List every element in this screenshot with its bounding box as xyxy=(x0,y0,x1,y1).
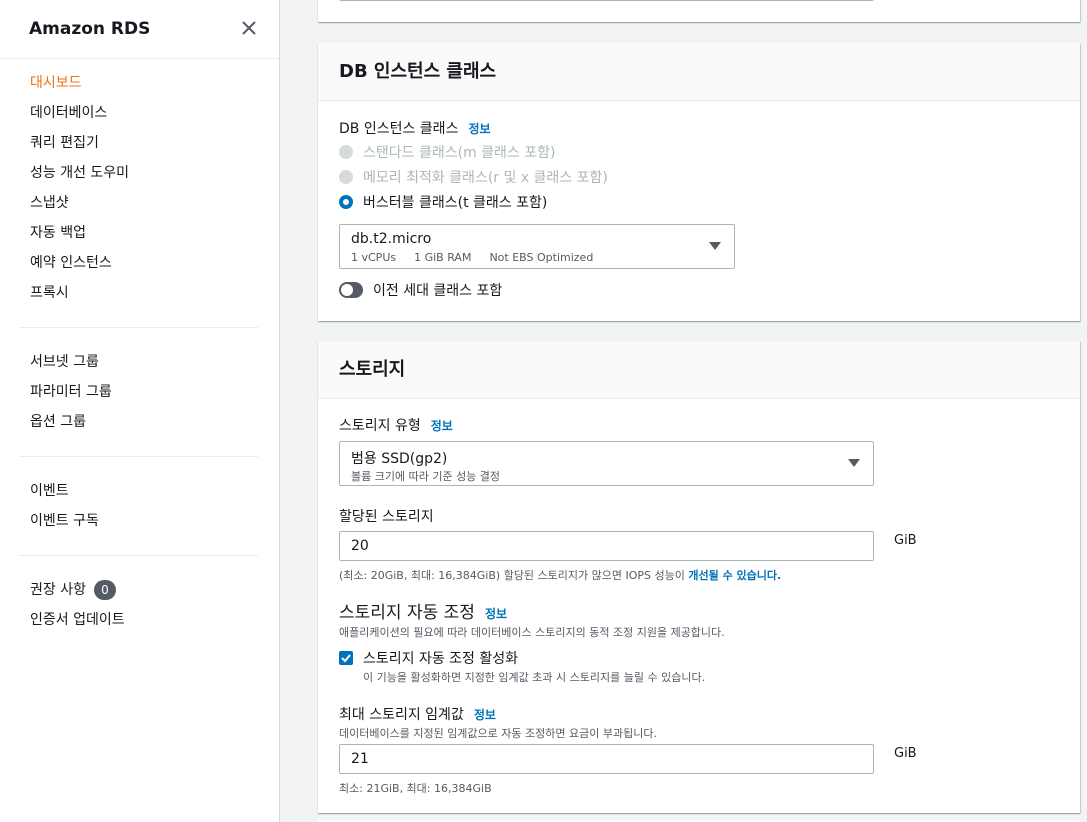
instance-class-label-row: DB 인스턴스 클래스 정보 xyxy=(339,118,491,138)
nav-item-subnet-groups[interactable]: 서브넷 그룹 xyxy=(30,347,279,377)
radio-label: 버스터블 클래스(t 클래스 포함) xyxy=(363,195,548,211)
radio-label: 스탠다드 클래스(m 클래스 포함) xyxy=(363,145,556,161)
radio-circle xyxy=(339,195,353,209)
allocated-storage-input[interactable]: 20 xyxy=(339,531,874,561)
nav-group-events: 이벤트 이벤트 구독 xyxy=(0,476,279,536)
radio-standard[interactable]: 스탠다드 클래스(m 클래스 포함) xyxy=(339,142,555,162)
panel-title: 스토리지 xyxy=(339,359,406,380)
nav-item-proxies[interactable]: 프록시 xyxy=(30,278,279,308)
autoscaling-description: 애플리케이션의 필요에 따라 데이터베이스 스토리지의 동적 조정 지원을 제공… xyxy=(339,626,725,639)
storage-type-label-row: 스토리지 유형 정보 xyxy=(339,415,453,435)
info-link[interactable]: 정보 xyxy=(485,607,507,621)
info-link[interactable]: 정보 xyxy=(431,419,453,433)
select-value: 범용 SSD(gp2) xyxy=(351,451,448,467)
nav-item-certificate-update[interactable]: 인증서 업데이트 xyxy=(30,605,279,635)
radio-memory-optimized[interactable]: 메모리 최적화 클래스(r 및 x 클래스 포함) xyxy=(339,167,608,187)
max-threshold-description: 데이터베이스를 지정된 임계값으로 자동 조정하면 요금이 부과됩니다. xyxy=(339,727,657,740)
toggle-label: 이전 세대 클래스 포함 xyxy=(373,283,503,299)
storage-panel: 스토리지 스토리지 유형 정보 범용 SSD(gp2) 볼륨 크기에 따라 기준 … xyxy=(318,341,1080,813)
panel-header: 스토리지 xyxy=(318,341,1080,399)
storage-type-select[interactable]: 범용 SSD(gp2) 볼륨 크기에 따라 기준 성능 결정 xyxy=(339,441,874,486)
nav-item-performance-insights[interactable]: 성능 개선 도우미 xyxy=(30,158,279,188)
caret-down-icon xyxy=(848,459,860,467)
field-label: 최대 스토리지 임계값 xyxy=(339,707,464,723)
previous-generation-toggle[interactable] xyxy=(339,282,363,298)
recommendations-badge: 0 xyxy=(93,580,116,600)
nav-group-other: 권장 사항 0 인증서 업데이트 xyxy=(0,575,279,635)
nav-item-query-editor[interactable]: 쿼리 편집기 xyxy=(30,128,279,158)
sidebar: Amazon RDS 대시보드 데이터베이스 쿼리 편집기 성능 개선 도우미 … xyxy=(0,0,280,822)
spec-ram: 1 GiB RAM xyxy=(414,251,472,264)
radio-label: 메모리 최적화 클래스(r 및 x 클래스 포함) xyxy=(363,170,608,186)
nav-item-parameter-groups[interactable]: 파라미터 그룹 xyxy=(30,377,279,407)
checkbox-label: 스토리지 자동 조정 활성화 xyxy=(363,651,519,667)
nav-item-automated-backups[interactable]: 자동 백업 xyxy=(30,218,279,248)
select-description: 볼륨 크기에 따라 기준 성능 결정 xyxy=(351,470,501,483)
field-label: 스토리지 유형 xyxy=(339,418,421,434)
info-link[interactable]: 정보 xyxy=(474,708,496,722)
hint-link[interactable]: 개선될 수 있습니다. xyxy=(688,569,781,582)
main-content: DB 인스턴스 클래스 DB 인스턴스 클래스 정보 스탠다드 클래스(m 클래스… xyxy=(280,0,1087,822)
nav-item-dashboard[interactable]: 대시보드 xyxy=(30,68,279,98)
unit-label: GiB xyxy=(894,533,917,548)
select-description: 1 vCPUs 1 GiB RAM Not EBS Optimized xyxy=(351,251,611,264)
radio-circle xyxy=(339,145,353,159)
allocated-storage-label: 할당된 스토리지 xyxy=(339,509,434,525)
nav-item-events[interactable]: 이벤트 xyxy=(30,476,279,506)
radio-burstable[interactable]: 버스터블 클래스(t 클래스 포함) xyxy=(339,192,547,212)
info-link[interactable]: 정보 xyxy=(468,122,490,136)
radio-circle xyxy=(339,170,353,184)
nav-item-snapshots[interactable]: 스냅샷 xyxy=(30,188,279,218)
caret-down-icon xyxy=(709,242,721,250)
spec-vcpu: 1 vCPUs xyxy=(351,251,397,264)
nav-divider xyxy=(19,456,258,457)
allocated-storage-hint: (최소: 20GiB, 최대: 16,384GiB) 할당된 스토리지가 많으면… xyxy=(339,567,781,583)
nav-item-event-subscriptions[interactable]: 이벤트 구독 xyxy=(30,506,279,536)
max-threshold-hint: 최소: 21GiB, 최대: 16,384GiB xyxy=(339,782,492,795)
nav-divider xyxy=(19,327,258,328)
nav-group-main: 대시보드 데이터베이스 쿼리 편집기 성능 개선 도우미 스냅샷 자동 백업 예… xyxy=(0,68,279,308)
check-icon xyxy=(341,654,351,663)
previous-input[interactable] xyxy=(339,0,874,1)
hint-text: (최소: 20GiB, 최대: 16,384GiB) 할당된 스토리지가 많으면… xyxy=(339,569,689,582)
autoscaling-checkbox[interactable] xyxy=(339,651,353,665)
nav-item-reserved-instances[interactable]: 예약 인스턴스 xyxy=(30,248,279,278)
previous-panel xyxy=(318,0,1080,22)
section-title: 스토리지 자동 조정 xyxy=(339,603,475,623)
nav-item-recommendations[interactable]: 권장 사항 0 xyxy=(30,575,279,605)
unit-label: GiB xyxy=(894,746,917,761)
close-icon[interactable] xyxy=(240,19,258,37)
max-threshold-label-row: 최대 스토리지 임계값 정보 xyxy=(339,704,496,724)
nav-item-option-groups[interactable]: 옵션 그룹 xyxy=(30,407,279,437)
max-threshold-input[interactable]: 21 xyxy=(339,744,874,774)
sidebar-title: Amazon RDS xyxy=(29,19,151,39)
sidebar-header: Amazon RDS xyxy=(0,0,279,59)
autoscaling-heading: 스토리지 자동 조정 정보 xyxy=(339,598,507,623)
nav-item-databases[interactable]: 데이터베이스 xyxy=(30,98,279,128)
select-value: db.t2.micro xyxy=(351,231,432,247)
panel-title: DB 인스턴스 클래스 xyxy=(339,61,497,82)
instance-class-panel: DB 인스턴스 클래스 DB 인스턴스 클래스 정보 스탠다드 클래스(m 클래스… xyxy=(318,43,1080,321)
nav-item-label: 권장 사항 xyxy=(30,582,86,598)
instance-class-select[interactable]: db.t2.micro 1 vCPUs 1 GiB RAM Not EBS Opti… xyxy=(339,224,735,269)
checkbox-description: 이 기능을 활성화하면 지정한 임계값 초과 시 스토리지를 늘릴 수 있습니다… xyxy=(363,671,706,684)
field-label: DB 인스턴스 클래스 xyxy=(339,121,459,137)
spec-ebs: Not EBS Optimized xyxy=(489,251,594,264)
nav-divider xyxy=(19,555,258,556)
panel-header: DB 인스턴스 클래스 xyxy=(318,43,1080,101)
nav-group-groups: 서브넷 그룹 파라미터 그룹 옵션 그룹 xyxy=(0,347,279,437)
